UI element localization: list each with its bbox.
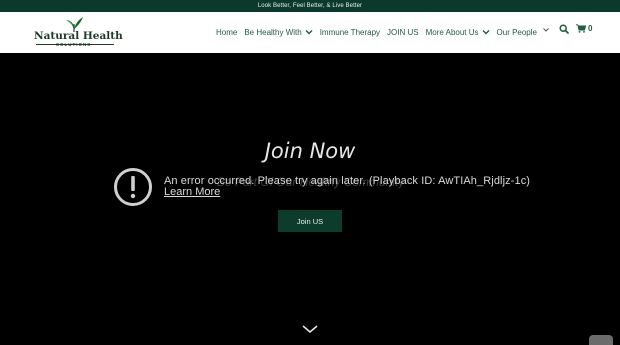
brand-tagline: SOLUTIONS (56, 42, 92, 47)
scroll-down-chevron-icon[interactable] (301, 323, 319, 335)
nav-item-label: More About Us (425, 27, 479, 37)
nav-item-label: Our People (496, 27, 537, 37)
nav-item-join-us[interactable]: JOIN US (387, 28, 419, 37)
nav-item-be-healthy-with[interactable]: Be Healthy With (244, 27, 313, 37)
youtube-icon[interactable] (589, 335, 615, 345)
announcement-link[interactable]: Look Better, Feel Better, & Live Better (258, 3, 362, 9)
nav-item-label: Immune Therapy (319, 27, 381, 37)
site-header: Natural Health SOLUTIONS Home Be Healthy… (0, 12, 620, 53)
nav-item-immune-therapy[interactable]: Immune Therapy (320, 28, 380, 37)
language-dropdown-chevron-icon[interactable] (541, 25, 551, 35)
cart-button[interactable]: 0 (576, 24, 592, 33)
nav-item-label: JOIN US (387, 27, 419, 37)
chevron-down-icon (482, 30, 490, 35)
nav-item-our-people[interactable]: Our People (497, 28, 537, 37)
brand-name: Natural Health (34, 30, 123, 42)
nav-item-label: Home (216, 27, 238, 37)
join-us-button[interactable]: Join US (278, 210, 342, 232)
hero-video-banner: Join Now Be Part Of Our Healthy Communit… (0, 53, 620, 345)
alert-circle-icon (114, 168, 152, 206)
learn-more-link[interactable]: Learn More (164, 186, 220, 198)
chevron-down-icon (305, 30, 313, 35)
brand-logo[interactable]: Natural Health SOLUTIONS (34, 16, 123, 48)
search-icon[interactable] (559, 24, 569, 34)
main-nav: Home Be Healthy With Immune Therapy JOIN… (216, 24, 544, 40)
nav-item-home[interactable]: Home (216, 28, 237, 37)
announcement-bar: Look Better, Feel Better, & Live Better (0, 0, 620, 12)
hero-title: Join Now (264, 139, 356, 163)
cart-count: 0 (588, 24, 593, 33)
cart-icon (576, 24, 586, 33)
nav-item-more-about-us[interactable]: More About Us (426, 28, 490, 37)
nav-item-label: Be Healthy With (244, 27, 302, 37)
